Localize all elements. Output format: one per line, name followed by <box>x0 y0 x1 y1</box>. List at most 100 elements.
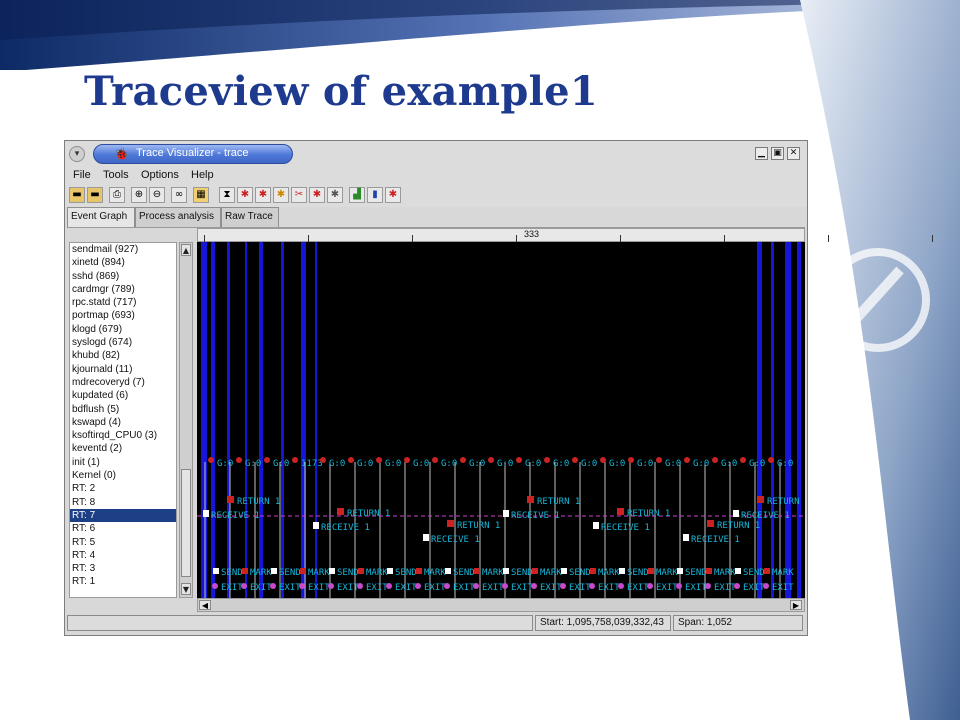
process-list-scrollbar[interactable]: ▲ ▼ <box>179 242 193 598</box>
process-list-item[interactable]: ksoftirqd_CPU0 (3) <box>70 429 176 442</box>
tab-raw-trace[interactable]: Raw Trace <box>221 207 279 227</box>
process-list-item[interactable]: init (1) <box>70 456 176 469</box>
process-list-item[interactable]: rpc.statd (717) <box>70 296 176 309</box>
open-folder-icon[interactable]: ▬ <box>69 187 85 203</box>
exit-label: EXIT <box>366 583 388 593</box>
return-event-icon <box>757 496 764 503</box>
event-label: G:0 <box>329 459 345 469</box>
menu-options[interactable]: Options <box>141 169 179 181</box>
process-list-item[interactable]: kjournald (11) <box>70 363 176 376</box>
color-chart-icon[interactable]: ▦ <box>193 187 209 203</box>
scroll-left-arrow-icon[interactable]: ◀ <box>199 600 211 610</box>
send-label: MARK <box>714 568 736 578</box>
title-bar[interactable]: ▾ 🐞 Trace Visualizer - trace ▁ ▣ ✕ <box>65 141 807 168</box>
receive-label: RECEIVE 1 <box>431 535 480 545</box>
send-event-icon <box>213 568 219 574</box>
exit-event-icon <box>212 583 218 589</box>
process-list-item[interactable]: klogd (679) <box>70 323 176 336</box>
tab-event-graph[interactable]: Event Graph <box>67 207 135 228</box>
return-event-icon <box>617 508 624 515</box>
print-icon[interactable]: ⎙ <box>109 187 125 203</box>
process-list-item[interactable]: RT: 7 <box>70 508 176 523</box>
exit-label: EXIT <box>221 583 243 593</box>
exit-event-icon <box>618 583 624 589</box>
minimize-button[interactable]: ▁ <box>755 147 768 160</box>
event-marker <box>712 457 718 463</box>
send-event-icon <box>532 568 538 574</box>
bug-yellow-icon[interactable]: ✱ <box>273 187 289 203</box>
exit-label: EXIT <box>279 583 301 593</box>
graph-horizontal-scrollbar[interactable]: ◀ ▶ <box>197 598 805 612</box>
process-list-item[interactable]: mdrecoveryd (7) <box>70 376 176 389</box>
ruler-tick <box>932 235 933 242</box>
exit-event-icon <box>270 583 276 589</box>
menu-help[interactable]: Help <box>191 169 214 181</box>
trace-visualizer-window: ▾ 🐞 Trace Visualizer - trace ▁ ▣ ✕ File … <box>64 140 933 636</box>
process-list-item[interactable]: cardmgr (789) <box>70 283 176 296</box>
window-menu-button[interactable]: ▾ <box>69 146 85 162</box>
process-list-item[interactable]: RT: 5 <box>70 536 176 549</box>
scroll-right-arrow-icon[interactable]: ▶ <box>790 600 802 610</box>
bug-multi-icon[interactable]: ✱ <box>309 187 325 203</box>
filter-icon[interactable]: ⧗ <box>219 187 235 203</box>
process-list-item[interactable]: portmap (693) <box>70 309 176 322</box>
binoculars-icon[interactable]: ∞ <box>171 187 187 203</box>
process-list-item[interactable]: khubd (82) <box>70 349 176 362</box>
process-list-item[interactable]: kupdated (6) <box>70 389 176 402</box>
send-event-icon <box>474 568 480 574</box>
bug-grid-icon[interactable]: ✱ <box>327 187 343 203</box>
process-list-item[interactable]: RT: 8 <box>70 496 176 509</box>
process-list-item[interactable]: xinetd (894) <box>70 256 176 269</box>
activity-band <box>797 242 801 598</box>
exit-label: EXIT <box>308 583 330 593</box>
process-list-item[interactable]: kswapd (4) <box>70 416 176 429</box>
ruler-tick <box>204 235 205 242</box>
process-list-item[interactable]: bdflush (5) <box>70 403 176 416</box>
process-list-item[interactable]: syslogd (674) <box>70 336 176 349</box>
slide-title: Traceview of example1 <box>84 68 598 115</box>
process-list-item[interactable]: RT: 4 <box>70 549 176 562</box>
process-list-item[interactable]: RT: 6 <box>70 522 176 535</box>
send-label: SEND <box>743 568 765 578</box>
receive-label: RECEIVE 1 <box>691 535 740 545</box>
graph-icon[interactable]: ▟ <box>349 187 365 203</box>
scroll-up-arrow-icon[interactable]: ▲ <box>181 244 191 256</box>
bug-cut-icon[interactable]: ✂ <box>291 187 307 203</box>
menu-file[interactable]: File <box>73 169 91 181</box>
menu-tools[interactable]: Tools <box>103 169 129 181</box>
bar-chart-icon[interactable]: ▮ <box>367 187 383 203</box>
exit-event-icon <box>415 583 421 589</box>
event-marker <box>740 457 746 463</box>
process-list-item[interactable]: keventd (2) <box>70 442 176 455</box>
open-folder-alt-icon[interactable]: ▬ <box>87 187 103 203</box>
return-event-icon <box>527 496 534 503</box>
tab-process-analysis[interactable]: Process analysis <box>135 207 221 227</box>
process-list-item[interactable]: sendmail (927) <box>70 243 176 256</box>
status-bar: Start: 1,095,758,039,332,43 Span: 1,052 <box>65 613 807 633</box>
process-list-item[interactable]: RT: 2 <box>70 482 176 495</box>
bug-filter-icon[interactable]: ✱ <box>237 187 253 203</box>
process-list[interactable]: sendmail (927) xinetd (894) sshd (869) card… <box>69 242 177 598</box>
process-list-item[interactable]: sshd (869) <box>70 270 176 283</box>
event-marker <box>236 457 242 463</box>
send-label: SEND <box>395 568 417 578</box>
process-list-item[interactable]: RT: 1 <box>70 575 176 588</box>
maximize-button[interactable]: ▣ <box>771 147 784 160</box>
zoom-in-icon[interactable]: ⊕ <box>131 187 147 203</box>
scroll-down-arrow-icon[interactable]: ▼ <box>181 583 191 595</box>
send-event-icon <box>706 568 712 574</box>
scroll-thumb[interactable] <box>181 469 191 577</box>
zoom-out-icon[interactable]: ⊖ <box>149 187 165 203</box>
process-list-item[interactable]: RT: 3 <box>70 562 176 575</box>
event-graph-canvas[interactable]: G:0 G:0 G:0 1173 G:0 G:0 G:0 G:0 G:0 G:0 G:0 G:0 G:0… <box>197 242 805 598</box>
bug-red-icon[interactable]: ✱ <box>255 187 271 203</box>
event-label: G:0 <box>693 459 709 469</box>
time-ruler[interactable]: 333 <box>197 228 933 242</box>
process-list-item[interactable]: Kernel (0) <box>70 469 176 482</box>
ruler-tick <box>516 235 517 242</box>
exit-event-icon <box>328 583 334 589</box>
close-button[interactable]: ✕ <box>787 147 800 160</box>
bug-settings-icon[interactable]: ✱ <box>385 187 401 203</box>
send-event-icon <box>619 568 625 574</box>
send-label: SEND <box>279 568 301 578</box>
